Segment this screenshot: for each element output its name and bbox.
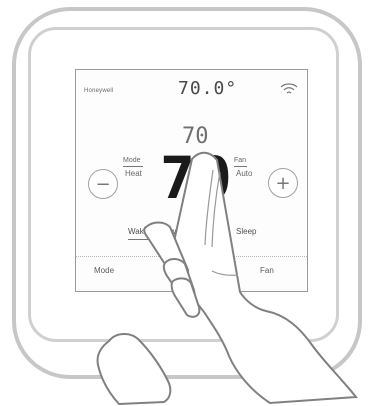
setpoint-temperature[interactable]: 70 — [160, 149, 234, 207]
schedule-wake[interactable]: Wake — [128, 228, 148, 236]
plus-icon: + — [275, 172, 291, 194]
bottom-fan-button[interactable]: Fan — [260, 266, 274, 275]
minus-icon: − — [95, 173, 111, 195]
mode-underline — [123, 166, 143, 167]
mode-value[interactable]: Heat — [125, 170, 142, 178]
bottom-menu-button[interactable]: Menu — [181, 266, 201, 275]
brand-label: Honeywell — [84, 88, 114, 94]
thermostat-scene: Honeywell 70.0° 70 70 Mode Heat Fan Auto… — [0, 0, 375, 406]
decrease-temperature-button[interactable]: − — [88, 169, 118, 199]
bottom-divider — [76, 256, 307, 257]
increase-temperature-button[interactable]: + — [268, 168, 298, 198]
schedule-sleep[interactable]: Sleep — [236, 228, 256, 236]
fan-value[interactable]: Auto — [236, 170, 252, 178]
fan-underline — [234, 166, 247, 167]
fan-label: Fan — [234, 157, 247, 164]
bottom-mode-button[interactable]: Mode — [94, 266, 114, 275]
schedule-wake-underline — [128, 239, 150, 240]
schedule-away[interactable]: Away — [165, 228, 184, 236]
indoor-temperature: 70.0° — [178, 78, 238, 99]
wifi-icon — [280, 83, 298, 94]
mode-label: Mode — [123, 157, 141, 164]
thermostat-display: Honeywell 70.0° 70 70 Mode Heat Fan Auto… — [75, 69, 308, 292]
